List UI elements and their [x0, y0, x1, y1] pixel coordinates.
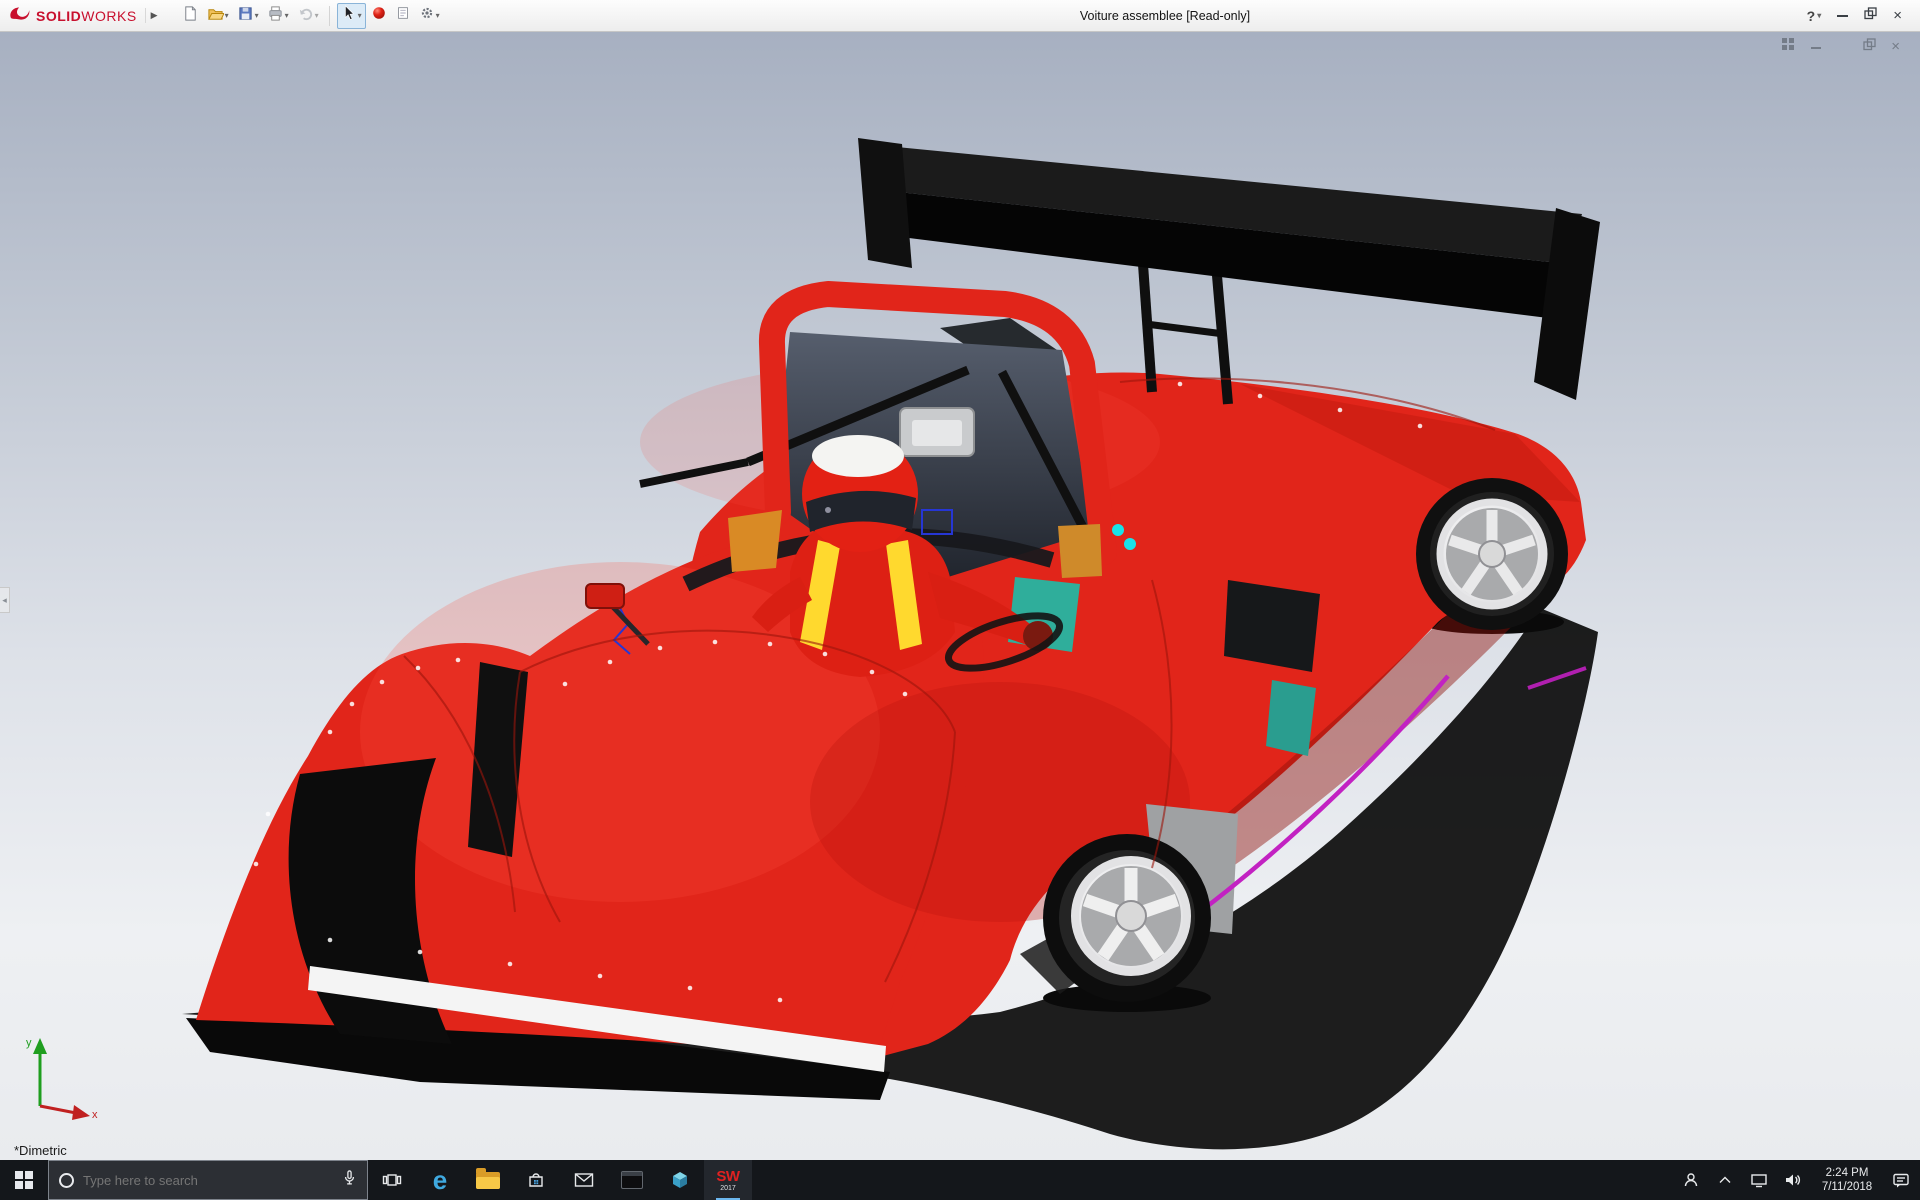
cube-icon	[673, 1172, 687, 1188]
volume-button[interactable]	[1778, 1160, 1808, 1200]
options-button[interactable]: ▾	[416, 3, 443, 29]
app-file-explorer[interactable]	[464, 1160, 512, 1200]
select-tool-button[interactable]: ▾	[336, 2, 366, 29]
select-arrow-icon	[341, 5, 357, 26]
undo-dropdown-caret[interactable]: ▾	[315, 11, 319, 20]
options-dropdown-caret[interactable]: ▾	[436, 11, 440, 20]
panel-collapse-handle[interactable]: ◂	[0, 587, 10, 613]
clock-time: 2:24 PM	[1825, 1167, 1869, 1179]
sheet-button[interactable]	[392, 3, 414, 29]
appearance-ball-icon	[371, 5, 387, 26]
cortana-icon	[59, 1172, 74, 1188]
menu-flyout-button[interactable]: ▶	[144, 8, 163, 23]
task-view-button[interactable]	[368, 1160, 416, 1200]
tray-overflow-button[interactable]	[1710, 1160, 1740, 1200]
doc-close-button[interactable]: ×	[1891, 39, 1900, 54]
front-right-wheel[interactable]	[1043, 834, 1211, 1002]
app-store[interactable]	[512, 1160, 560, 1200]
options-gear-icon	[419, 5, 435, 26]
close-button[interactable]: ×	[1893, 8, 1902, 23]
clock-date: 7/11/2018	[1821, 1181, 1873, 1193]
graphics-viewport[interactable]: × ◂ y x *Dimetric	[0, 32, 1920, 1160]
speaker-icon	[1786, 1174, 1801, 1186]
app-solidworks[interactable]: SW 2017	[704, 1160, 752, 1200]
toolbar-separator	[328, 5, 330, 26]
save-button[interactable]: ▾	[234, 3, 262, 29]
network-button[interactable]	[1744, 1160, 1774, 1200]
solidworks-taskbar-icon: SW 2017	[716, 1167, 740, 1192]
document-window-controls: ×	[1781, 37, 1900, 56]
doc-restore-button[interactable]	[1863, 37, 1876, 56]
doc-minimize-button[interactable]	[1810, 38, 1823, 56]
x-axis-arrow	[72, 1105, 90, 1120]
orientation-triad: y x	[26, 1037, 98, 1120]
mail-icon	[574, 1173, 594, 1187]
action-center-button[interactable]	[1886, 1160, 1916, 1200]
microphone-icon[interactable]	[342, 1169, 357, 1191]
brand-name-bold: SOLID	[36, 7, 82, 24]
select-dropdown-caret[interactable]: ▾	[358, 11, 362, 20]
app-mail[interactable]	[560, 1160, 608, 1200]
app-3d-viewer[interactable]	[656, 1160, 704, 1200]
x-axis-label: x	[92, 1109, 98, 1120]
undo-icon	[297, 5, 314, 27]
help-button[interactable]: ? ▾	[1807, 8, 1822, 24]
print-dropdown-caret[interactable]: ▾	[285, 11, 289, 20]
taskbar-search[interactable]	[48, 1160, 368, 1200]
ds-logo-icon	[8, 4, 32, 27]
minimize-button[interactable]	[1837, 14, 1849, 17]
console-icon	[621, 1171, 643, 1189]
open-icon	[207, 5, 225, 27]
file-explorer-icon	[476, 1167, 500, 1189]
windows-logo-icon	[15, 1171, 33, 1189]
start-button[interactable]	[0, 1160, 48, 1200]
store-icon	[529, 1173, 543, 1187]
rear-right-wheel[interactable]	[1416, 478, 1568, 630]
brand-name-light: WORKS	[81, 7, 137, 24]
app-console[interactable]	[608, 1160, 656, 1200]
windows-taskbar: e SW 2017	[0, 1160, 1920, 1200]
edge-icon: e	[432, 1165, 448, 1195]
window-controls: ? ▾ ×	[1807, 6, 1912, 25]
undo-button[interactable]: ▾	[294, 3, 322, 29]
window-title: Voiture assemblee [Read-only]	[1079, 9, 1251, 23]
task-view-icon	[382, 1174, 402, 1186]
side-intake	[1224, 580, 1320, 672]
open-button[interactable]: ▾	[204, 3, 232, 29]
open-dropdown-caret[interactable]: ▾	[225, 11, 229, 20]
appearance-button[interactable]	[368, 3, 390, 29]
titlebar: SOLIDWORKS ▶ ▾ ▾ ▾ ▾ ▾ ▾ Voiture assembl…	[0, 0, 1920, 32]
system-tray: 2:24 PM 7/11/2018	[1676, 1160, 1920, 1200]
solidworks-window: SOLIDWORKS ▶ ▾ ▾ ▾ ▾ ▾ ▾ Voiture assembl…	[0, 0, 1920, 1200]
left-mirror	[585, 583, 625, 609]
sheet-icon	[395, 5, 411, 26]
people-icon	[1684, 1173, 1698, 1187]
view-orientation-label: *Dimetric	[14, 1143, 67, 1158]
save-icon	[237, 5, 254, 27]
y-axis-label: y	[26, 1037, 32, 1049]
print-button[interactable]: ▾	[264, 3, 292, 29]
taskbar-clock[interactable]: 2:24 PM 7/11/2018	[1812, 1166, 1882, 1194]
restore-button[interactable]	[1864, 6, 1877, 25]
action-center-icon	[1893, 1173, 1909, 1187]
new-document-button[interactable]	[179, 3, 202, 29]
new-document-icon	[182, 5, 199, 27]
window-menu-icon[interactable]	[1781, 37, 1795, 56]
chevron-up-icon	[1719, 1176, 1731, 1183]
app-edge[interactable]: e	[416, 1160, 464, 1200]
solidworks-brand: SOLIDWORKS ▶	[8, 4, 169, 27]
standard-toolbar: ▾ ▾ ▾ ▾ ▾ ▾	[179, 2, 443, 29]
people-button[interactable]	[1676, 1160, 1706, 1200]
print-icon	[267, 5, 284, 27]
search-input[interactable]	[83, 1172, 333, 1188]
car-model-render[interactable]	[0, 32, 1920, 1160]
save-dropdown-caret[interactable]: ▾	[255, 11, 259, 20]
brand-name: SOLIDWORKS	[36, 8, 137, 24]
y-axis-arrow	[33, 1038, 47, 1054]
help-dropdown-caret: ▾	[1817, 10, 1822, 20]
network-icon	[1751, 1174, 1767, 1188]
